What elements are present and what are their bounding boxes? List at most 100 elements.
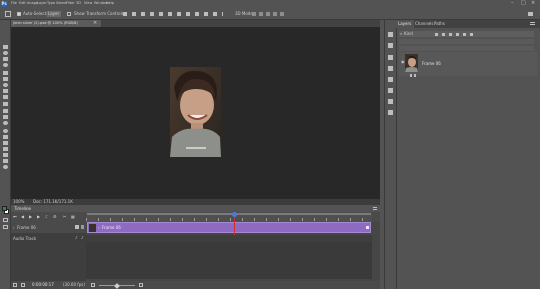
layer-filter-kind[interactable]: Kind — [404, 32, 413, 36]
filter-icons[interactable] — [435, 32, 475, 36]
track-labels: › Frame 06 Audio Track ♪ ♪ — [11, 222, 86, 289]
history-icon[interactable] — [388, 32, 393, 37]
film-icon[interactable] — [75, 225, 79, 229]
history-brush-tool-icon[interactable] — [3, 102, 8, 106]
screen-mode-icon[interactable] — [3, 225, 8, 229]
clone-stamp-tool-icon[interactable] — [3, 95, 8, 99]
auto-select-label: Auto-Select: — [23, 11, 48, 16]
lock-row[interactable] — [399, 46, 534, 51]
gradient-tool-icon[interactable] — [3, 115, 8, 119]
clip-expand-icon[interactable]: › — [98, 226, 100, 230]
layer-footer-icons[interactable] — [410, 74, 418, 77]
workspace-switcher-icon[interactable] — [528, 12, 533, 16]
quick-mask-icon[interactable] — [3, 218, 8, 222]
close-window-icon[interactable]: × — [531, 1, 535, 6]
tools-panel — [0, 20, 11, 289]
audio-mute-icon[interactable]: ♪ — [75, 236, 78, 240]
3d-mode-icons[interactable] — [252, 12, 286, 16]
marquee-tool-icon[interactable] — [3, 51, 8, 55]
eraser-tool-icon[interactable] — [3, 109, 8, 113]
canvas-image[interactable] — [170, 67, 221, 157]
brush-panel-icon[interactable] — [388, 88, 393, 93]
zoom-out-icon[interactable] — [91, 283, 95, 287]
time-ruler[interactable] — [86, 212, 372, 222]
work-area-bar[interactable] — [87, 213, 371, 215]
move-tool-icon[interactable] — [3, 45, 8, 49]
render-icon[interactable] — [21, 283, 25, 287]
quick-select-tool-icon[interactable] — [3, 63, 8, 67]
rectangle-tool-icon[interactable] — [3, 153, 8, 157]
zoom-in-icon[interactable] — [139, 283, 143, 287]
menu-item-layer[interactable]: Layer — [37, 1, 47, 6]
menu-item-view[interactable]: View — [84, 1, 92, 6]
tab-layers[interactable]: Layers — [396, 20, 414, 28]
zoom-tool-icon[interactable] — [3, 165, 8, 169]
playhead-line[interactable] — [234, 217, 235, 237]
swatches-icon[interactable] — [388, 55, 393, 60]
align-icons[interactable] — [123, 12, 223, 16]
blend-mode-row[interactable] — [399, 39, 534, 44]
menu-item-type[interactable]: Type — [47, 1, 55, 6]
audio-track-header[interactable]: Audio Track ♪ ♪ — [11, 235, 86, 242]
path-select-tool-icon[interactable] — [3, 147, 8, 151]
menu-item-file[interactable]: File — [11, 1, 17, 6]
settings-icon[interactable]: ⚙ — [53, 214, 57, 219]
close-tab-icon[interactable]: × — [93, 21, 97, 26]
brush-tool-icon[interactable] — [3, 89, 8, 93]
show-transform-checkbox[interactable] — [67, 12, 71, 16]
character-icon[interactable] — [388, 110, 393, 115]
auto-select-dropdown[interactable]: Layer — [47, 11, 61, 17]
track-expand-icon[interactable]: › — [13, 225, 15, 230]
first-frame-icon[interactable]: ⏮ — [13, 214, 17, 219]
menu-item-edit[interactable]: Edit — [19, 1, 26, 6]
visibility-eye-icon[interactable]: ◉ — [401, 60, 405, 64]
video-track-header[interactable]: › Frame 06 — [11, 222, 86, 233]
eyedropper-tool-icon[interactable] — [3, 77, 8, 81]
styles-icon[interactable] — [388, 77, 393, 82]
transition-icon[interactable]: ▦ — [71, 214, 75, 219]
paragraph-icon[interactable] — [388, 99, 393, 104]
play-icon[interactable]: ▶ — [29, 214, 32, 219]
previous-frame-icon[interactable]: ◀ — [21, 214, 24, 219]
timeline-empty-area — [86, 242, 372, 279]
dodge-tool-icon[interactable] — [3, 129, 8, 133]
foreground-color-swatch[interactable] — [2, 206, 7, 211]
zoom-level[interactable]: 100% — [13, 200, 24, 204]
healing-brush-tool-icon[interactable] — [3, 83, 8, 87]
crop-tool-icon[interactable] — [3, 71, 8, 75]
blur-tool-icon[interactable] — [3, 121, 8, 125]
panel-menu-icon[interactable] — [373, 207, 377, 210]
app-logo: Ps — [1, 1, 7, 7]
auto-select-checkbox[interactable] — [17, 12, 21, 16]
move-tool-icon[interactable] — [5, 11, 11, 17]
audio-lane[interactable] — [86, 235, 372, 242]
minimize-window-icon[interactable]: – — [511, 1, 514, 6]
properties-icon[interactable] — [388, 43, 393, 48]
video-clip[interactable]: › Frame 06 — [87, 222, 371, 233]
split-icon[interactable]: ✂ — [63, 214, 66, 219]
convert-frames-icon[interactable] — [13, 283, 17, 287]
type-tool-icon[interactable] — [3, 141, 8, 145]
layer-name[interactable]: Frame 06 — [422, 62, 441, 66]
track-options-icon[interactable] — [81, 225, 84, 229]
adjustments-icon[interactable] — [388, 66, 393, 71]
layer-filter-row[interactable]: ⌕ Kind — [399, 31, 534, 37]
maximize-window-icon[interactable]: □ — [521, 1, 526, 6]
menu-item-help[interactable]: Help — [106, 1, 114, 6]
document-tab[interactable]: jimin silver (2).psd @ 100% (RGB/8) × — [11, 20, 101, 27]
clip-end-handle[interactable] — [366, 226, 369, 229]
zoom-slider-handle[interactable] — [114, 282, 120, 289]
menu-item-3d[interactable]: 3D — [76, 1, 81, 6]
layer-thumbnail[interactable] — [405, 54, 418, 72]
tab-channels[interactable]: Channels — [415, 22, 434, 26]
layer-row[interactable]: ◉ — [399, 52, 537, 76]
pen-tool-icon[interactable] — [3, 135, 8, 139]
next-frame-icon[interactable]: ▶ — [37, 214, 40, 219]
audio-options-icon[interactable]: ♪ — [81, 236, 84, 240]
hand-tool-icon[interactable] — [3, 159, 8, 163]
menu-item-filter[interactable]: Filter — [66, 1, 75, 6]
lasso-tool-icon[interactable] — [3, 57, 8, 61]
audio-icon[interactable]: ♪ — [45, 214, 48, 219]
tab-paths[interactable]: Paths — [434, 22, 445, 26]
panel-collapse-icon[interactable] — [530, 22, 535, 25]
